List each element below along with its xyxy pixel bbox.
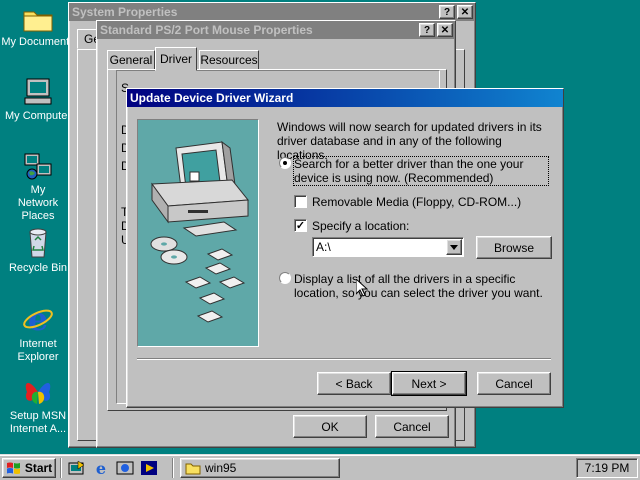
desktop-icon-my-documents[interactable]: My Documents	[0, 4, 76, 49]
start-label: Start	[24, 461, 53, 475]
desktop-icon-label: My Computer	[4, 110, 72, 122]
radio-search-better-driver[interactable]	[279, 157, 291, 169]
tab-driver[interactable]: Driver	[155, 47, 197, 71]
channels-icon[interactable]	[116, 460, 134, 476]
svg-text:e: e	[28, 302, 48, 336]
show-desktop-icon[interactable]	[68, 460, 86, 476]
radio-dot	[283, 161, 287, 165]
help-button[interactable]: ?	[419, 23, 435, 37]
desktop-icon-label: Recycle Bin	[8, 262, 68, 274]
desktop-icon-msn[interactable]: Setup MSN Internet A...	[0, 376, 76, 436]
media-player-icon[interactable]	[140, 460, 158, 476]
internet-explorer-icon: e	[23, 302, 53, 336]
tab-label: Resources	[200, 53, 258, 67]
checkmark-icon: ✓	[295, 220, 306, 232]
update-driver-wizard-window: Update Device Driver Wizard Windows will…	[126, 88, 564, 408]
tab-general[interactable]: General	[107, 50, 155, 70]
desktop-icon-internet-explorer[interactable]: e Internet Explorer	[0, 302, 76, 364]
windows-logo-icon	[6, 462, 20, 474]
system-tray: 7:19 PM	[576, 458, 638, 478]
folder-icon	[23, 11, 53, 32]
desktop-icon-label: My Network Places	[17, 184, 59, 222]
wizard-illustration	[137, 119, 259, 347]
close-button[interactable]: ✕	[457, 5, 473, 19]
taskbar-button-win95[interactable]: win95	[180, 458, 340, 478]
wizard-intro-text: Windows will now search for updated driv…	[277, 120, 542, 162]
cancel-button[interactable]: Cancel	[375, 415, 449, 438]
location-value: A:\	[316, 240, 331, 254]
option-list-label[interactable]: Display a list of all the drivers in a s…	[294, 272, 554, 300]
mouse-cursor-icon	[356, 279, 368, 297]
specify-location-label: Specify a location:	[312, 219, 410, 233]
start-button[interactable]: Start	[2, 458, 56, 478]
network-icon	[24, 153, 52, 180]
computer-disks-illustration	[150, 140, 249, 323]
wizard-titlebar: Update Device Driver Wizard	[127, 89, 563, 107]
radio-display-driver-list[interactable]	[279, 272, 291, 284]
msn-butterfly-icon	[25, 382, 51, 404]
taskbar: Start e win95 7:19 PM	[0, 454, 640, 480]
back-button[interactable]: < Back	[317, 372, 391, 395]
checkbox-removable-media[interactable]	[294, 195, 307, 208]
desktop-icon-network[interactable]: My Network Places	[0, 150, 76, 223]
desktop-icon-my-computer[interactable]: My Computer	[0, 76, 76, 123]
removable-media-label: Removable Media (Floppy, CD-ROM...)	[312, 195, 522, 209]
task-label: win95	[205, 461, 237, 475]
svg-text:e: e	[96, 460, 106, 476]
next-button[interactable]: Next >	[391, 371, 467, 396]
desktop-icon-recycle-bin[interactable]: Recycle Bin	[0, 226, 76, 275]
tab-label: General	[109, 53, 153, 67]
cancel-button[interactable]: Cancel	[477, 372, 551, 395]
option-search-label[interactable]: Search for a better driver than the one …	[293, 156, 549, 186]
desktop-icon-label: Setup MSN Internet A...	[9, 410, 67, 435]
tab-label: Driver	[160, 52, 192, 66]
wizard-separator	[137, 358, 551, 360]
checkbox-specify-location[interactable]: ✓	[294, 219, 307, 232]
ok-button[interactable]: OK	[293, 415, 367, 438]
folder-icon	[185, 463, 201, 475]
computer-icon	[24, 78, 52, 105]
browse-button[interactable]: Browse	[476, 236, 552, 259]
location-combobox[interactable]: A:\	[312, 237, 464, 257]
system-properties-titlebar: System Properties ? ✕	[69, 3, 475, 21]
window-title: System Properties	[72, 5, 178, 19]
chevron-down-icon	[450, 244, 458, 250]
help-button[interactable]: ?	[439, 5, 455, 19]
tab-resources[interactable]: Resources	[199, 50, 259, 70]
desktop-icon-label: My Documents	[1, 36, 75, 48]
mouse-properties-titlebar: Standard PS/2 Port Mouse Properties ? ✕	[97, 21, 455, 39]
quick-launch-bar: e	[68, 460, 158, 478]
dropdown-arrow-button[interactable]	[446, 239, 462, 255]
close-button[interactable]: ✕	[437, 23, 453, 37]
clock[interactable]: 7:19 PM	[585, 461, 630, 475]
window-title: Standard PS/2 Port Mouse Properties	[100, 23, 313, 37]
recycle-bin-icon	[29, 228, 47, 258]
ie-quicklaunch-icon[interactable]: e	[92, 460, 110, 476]
taskbar-divider	[172, 458, 174, 478]
desktop-icon-label: Internet Explorer	[17, 338, 59, 363]
taskbar-divider	[60, 458, 62, 478]
window-title: Update Device Driver Wizard	[130, 91, 294, 105]
